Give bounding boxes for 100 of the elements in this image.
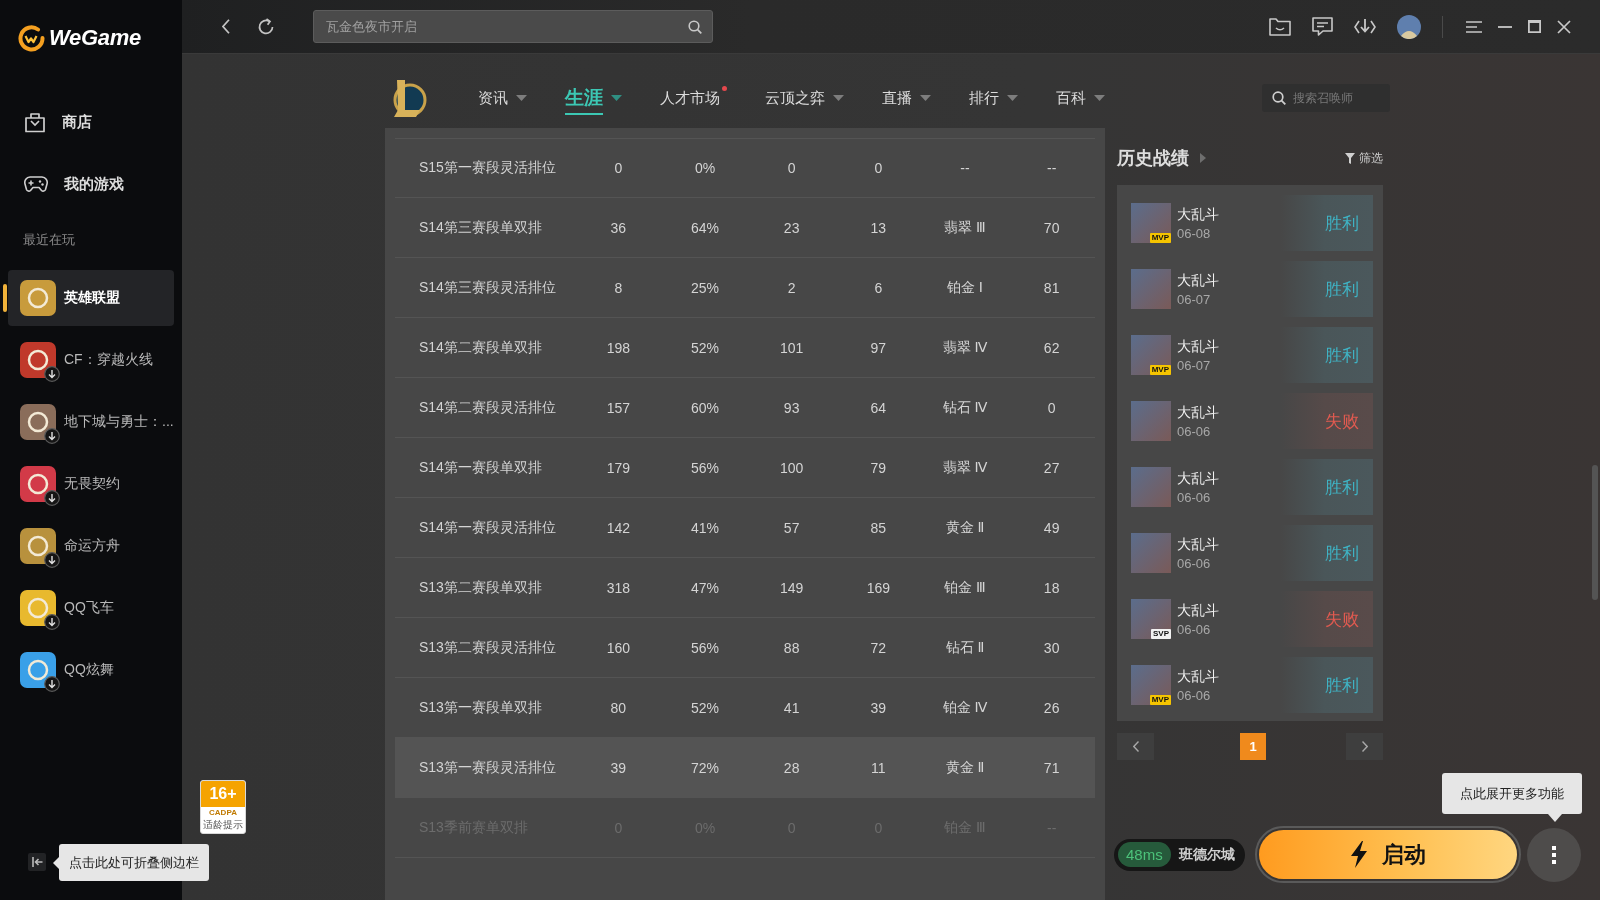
table-cell: 翡翠 Ⅲ bbox=[944, 218, 986, 237]
table-row[interactable]: S14第三赛段单双排 36 64% 23 13 翡翠 Ⅲ 70 bbox=[395, 198, 1095, 258]
download-button[interactable] bbox=[1354, 18, 1376, 35]
message-button[interactable] bbox=[1312, 17, 1333, 36]
table-row[interactable]: S13第二赛段单双排 318 47% 149 169 铂金 Ⅲ 18 bbox=[395, 558, 1095, 618]
game-mode: 大乱斗 bbox=[1177, 468, 1219, 487]
summoner-search-field[interactable]: 搜索召唤师 bbox=[1262, 84, 1390, 112]
table-row[interactable]: S15第一赛段灵活排位 0 0% 0 0 -- -- bbox=[395, 138, 1095, 198]
table-cell: 318 bbox=[606, 579, 630, 596]
table-row[interactable]: S14第三赛段灵活排位 8 25% 2 6 铂金 Ⅰ 81 bbox=[395, 258, 1095, 318]
table-cell: 71 bbox=[1043, 759, 1060, 776]
history-title-link[interactable]: 历史战绩 bbox=[1117, 146, 1206, 170]
match-item[interactable]: SVP 大乱斗 06-06 失败 bbox=[1130, 591, 1373, 647]
match-item[interactable]: 大乱斗 06-06 失败 bbox=[1130, 393, 1373, 449]
match-item[interactable]: MVP 大乱斗 06-08 胜利 bbox=[1130, 195, 1373, 251]
match-date: 06-06 bbox=[1177, 422, 1212, 440]
nav-tab[interactable]: 人才市场 bbox=[660, 78, 727, 118]
table-cell: 56% bbox=[690, 459, 719, 476]
collapse-icon bbox=[31, 857, 43, 867]
maximize-button[interactable] bbox=[1528, 20, 1541, 33]
chevron-left-icon bbox=[222, 19, 230, 34]
sidebar-item[interactable]: 我的游戏 bbox=[8, 159, 174, 209]
menu-button[interactable] bbox=[1466, 20, 1482, 33]
table-cell: 钻石 Ⅱ bbox=[945, 638, 985, 657]
table-cell: 39 bbox=[870, 699, 887, 716]
table-row[interactable]: S14第二赛段灵活排位 157 60% 93 64 钻石 Ⅳ 0 bbox=[395, 378, 1095, 438]
nav-tab[interactable]: 云顶之弈 bbox=[765, 78, 844, 118]
match-item[interactable]: 大乱斗 06-06 胜利 bbox=[1130, 459, 1373, 515]
table-cell: 85 bbox=[870, 519, 887, 536]
age-rating: 16+ bbox=[201, 781, 245, 807]
table-cell: 64 bbox=[870, 399, 887, 416]
table-cell: 157 bbox=[606, 399, 630, 416]
table-row[interactable]: S14第二赛段单双排 198 52% 101 97 翡翠 Ⅳ 62 bbox=[395, 318, 1095, 378]
tooltip: 点击此处可折叠侧边栏 bbox=[53, 844, 209, 881]
game-item[interactable]: 无畏契约 bbox=[8, 456, 174, 512]
game-item[interactable]: 命运方舟 bbox=[8, 518, 174, 574]
match-item[interactable]: 大乱斗 06-06 胜利 bbox=[1130, 525, 1373, 581]
table-cell: S14第一赛段单双排 bbox=[419, 458, 542, 477]
table-cell: 0 bbox=[787, 160, 796, 176]
match-item[interactable]: MVP 大乱斗 06-07 胜利 bbox=[1130, 327, 1373, 383]
maximize-icon bbox=[1528, 20, 1541, 33]
search-field[interactable]: 瓦金色夜市开启 bbox=[313, 10, 713, 43]
nav-tab[interactable]: 直播 bbox=[882, 78, 931, 118]
table-cell: 88 bbox=[783, 639, 800, 656]
match-result: 胜利 bbox=[1325, 344, 1359, 367]
gamepad-icon bbox=[24, 176, 48, 192]
nav-tab[interactable]: 排行 bbox=[969, 78, 1018, 118]
table-row[interactable]: S14第一赛段单双排 179 56% 100 79 翡翠 Ⅳ 27 bbox=[395, 438, 1095, 498]
menu-icon bbox=[1466, 20, 1482, 33]
server-status[interactable]: 48ms 班德尔城 bbox=[1114, 838, 1245, 871]
portrait-placeholder bbox=[1131, 203, 1171, 243]
table-cell: 翡翠 Ⅳ bbox=[942, 338, 988, 357]
table-cell: 79 bbox=[870, 459, 887, 476]
table-cell: 钻石 Ⅳ bbox=[942, 398, 988, 417]
search-icon bbox=[1272, 91, 1286, 105]
message-icon bbox=[1312, 17, 1333, 36]
table-row[interactable]: S14第一赛段灵活排位 142 41% 57 85 黄金 Ⅱ 49 bbox=[395, 498, 1095, 558]
rank-badge: MVP bbox=[1149, 365, 1171, 375]
minimize-button[interactable] bbox=[1498, 25, 1512, 28]
game-item[interactable]: QQ飞车 bbox=[8, 580, 174, 636]
logo-text: WeGame bbox=[49, 25, 141, 51]
table-cell: 70 bbox=[1043, 219, 1060, 236]
close-button[interactable] bbox=[1557, 19, 1571, 34]
game-mode: 大乱斗 bbox=[1177, 336, 1219, 355]
game-item[interactable]: QQ炫舞 bbox=[8, 642, 174, 698]
match-date: 06-06 bbox=[1177, 488, 1212, 506]
table-cell: 80 bbox=[610, 699, 627, 716]
back-button[interactable] bbox=[222, 19, 230, 34]
table-cell: 49 bbox=[1043, 519, 1060, 536]
game-item[interactable]: 地下城与勇士：... bbox=[8, 394, 174, 450]
table-cell: 149 bbox=[779, 579, 804, 596]
start-button[interactable]: 启动 bbox=[1254, 826, 1521, 883]
match-item[interactable]: 大乱斗 06-07 胜利 bbox=[1130, 261, 1373, 317]
table-cell: 41% bbox=[690, 519, 719, 536]
nav-tab[interactable]: 百科 bbox=[1056, 78, 1105, 118]
game-mode: 大乱斗 bbox=[1177, 270, 1219, 289]
game-item[interactable]: 英雄联盟 bbox=[8, 270, 174, 326]
avatar-icon[interactable] bbox=[1397, 14, 1421, 39]
match-date: 06-07 bbox=[1177, 290, 1212, 308]
match-item[interactable]: MVP 大乱斗 06-06 胜利 bbox=[1130, 657, 1373, 713]
filter-button[interactable]: 筛选 bbox=[1345, 149, 1383, 167]
refresh-icon bbox=[257, 17, 275, 36]
scrollbar-thumb[interactable] bbox=[1592, 465, 1598, 600]
nav-tab[interactable]: 生涯 bbox=[565, 78, 622, 118]
table-row[interactable]: S13第一赛段灵活排位 39 72% 28 11 黄金 Ⅱ 71 bbox=[395, 738, 1095, 798]
table-cell: 27 bbox=[1043, 459, 1060, 476]
sidebar-item[interactable]: 商店 bbox=[8, 97, 174, 147]
rating-org: CADPA bbox=[209, 807, 237, 818]
folder-button[interactable] bbox=[1269, 17, 1291, 36]
nav-tab[interactable]: 资讯 bbox=[478, 78, 527, 118]
collapse-sidebar-button[interactable] bbox=[28, 853, 46, 871]
table-row[interactable]: S13第二赛段灵活排位 160 56% 88 72 钻石 Ⅱ 30 bbox=[395, 618, 1095, 678]
game-item[interactable]: CF：穿越火线 bbox=[8, 332, 174, 388]
table-cell: 28 bbox=[783, 759, 800, 776]
table-cell: 64% bbox=[690, 219, 719, 236]
table-cell: S13第二赛段单双排 bbox=[419, 578, 542, 597]
game-mode: 大乱斗 bbox=[1177, 600, 1219, 619]
refresh-button[interactable] bbox=[257, 17, 275, 36]
table-cell: 198 bbox=[606, 339, 630, 356]
server-name: 班德尔城 bbox=[1178, 845, 1235, 864]
